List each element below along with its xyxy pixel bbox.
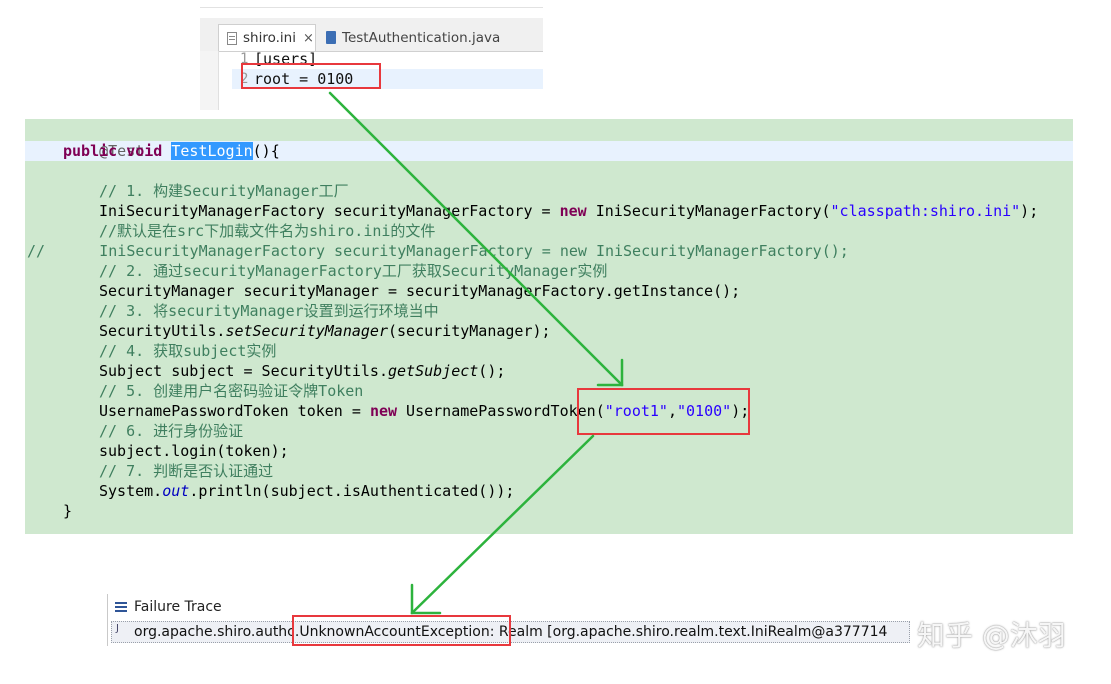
keyword: new bbox=[559, 202, 587, 220]
code-line: subject.login(token); bbox=[99, 441, 289, 461]
code-line: } bbox=[63, 501, 72, 521]
highlight-box-ini-credential bbox=[241, 63, 381, 89]
comment-text: // 2. 通过securityManagerFactory工厂获取Securi… bbox=[99, 262, 608, 280]
code-comment: // 4. 获取subject实例 bbox=[99, 341, 276, 361]
tab-label: TestAuthentication.java bbox=[342, 29, 501, 46]
comment-text: // 5. 创建用户名密码验证令牌Token bbox=[99, 382, 364, 400]
code-comment: // 6. 进行身份验证 bbox=[99, 421, 243, 441]
failure-trace-title: Failure Trace bbox=[134, 599, 222, 615]
code-line: Subject subject = SecurityUtils.getSubje… bbox=[99, 361, 505, 381]
close-icon[interactable]: × bbox=[303, 31, 314, 46]
watermark: 知乎 @沐羽 bbox=[917, 619, 1066, 652]
code-text: (securityManager); bbox=[388, 322, 551, 340]
code-comment: // 3. 将securityManager设置到运行环境当中 bbox=[99, 301, 439, 321]
code-line: SecurityManager securityManager = securi… bbox=[99, 281, 740, 301]
editor-tab-bar: shiro.ini × TestAuthentication.java bbox=[200, 18, 543, 52]
code-text: .println(subject.isAuthenticated()); bbox=[189, 482, 515, 500]
code-line: public void TestLogin(){ bbox=[63, 141, 280, 161]
text-file-icon bbox=[227, 31, 237, 45]
keyword: public bbox=[63, 142, 118, 160]
code-line: IniSecurityManagerFactory securityManage… bbox=[99, 201, 1038, 221]
code-comment-out: // IniSecurityManagerFactory securityMan… bbox=[27, 241, 849, 261]
code-comment: //默认是在src下加载文件名为shiro.ini的文件 bbox=[99, 221, 435, 241]
comment-text: //默认是在src下加载文件名为shiro.ini的文件 bbox=[99, 222, 436, 240]
highlight-box-token-credential bbox=[577, 388, 750, 435]
java-code-editor[interactable]: @Test public void TestLogin(){ // 1. 构建S… bbox=[25, 119, 1073, 534]
code-text: UsernamePasswordToken token = bbox=[99, 402, 370, 420]
java-file-icon bbox=[326, 31, 336, 44]
code-text: } bbox=[63, 502, 73, 520]
code-line: System.out.println(subject.isAuthenticat… bbox=[99, 481, 514, 501]
tab-label: shiro.ini bbox=[243, 30, 296, 46]
code-comment: // 1. 构建SecurityManager工厂 bbox=[99, 181, 349, 201]
highlight-box-exception bbox=[292, 615, 511, 646]
tab-test-authentication-java[interactable]: TestAuthentication.java bbox=[318, 24, 518, 51]
code-text: IniSecurityManagerFactory( bbox=[586, 202, 831, 220]
editor-gutter bbox=[200, 51, 219, 110]
keyword: void bbox=[126, 142, 163, 160]
panel-divider bbox=[107, 594, 108, 646]
static-method: getSubject bbox=[387, 362, 479, 380]
code-comment: // 5. 创建用户名密码验证令牌Token bbox=[99, 381, 363, 401]
code-line: @Test bbox=[63, 121, 144, 160]
code-text: SecurityUtils. bbox=[99, 322, 226, 340]
static-field: out bbox=[162, 482, 190, 500]
code-line: SecurityUtils.setSecurityManager(securit… bbox=[99, 321, 551, 341]
code-text: SecurityManager securityManager = securi… bbox=[99, 282, 741, 300]
comment-text: // IniSecurityManagerFactory securityMan… bbox=[27, 242, 849, 260]
code-text: Subject subject = SecurityUtils. bbox=[99, 362, 388, 380]
list-icon bbox=[115, 602, 127, 612]
keyword: new bbox=[369, 402, 398, 420]
code-comment: // 2. 通过securityManagerFactory工厂获取Securi… bbox=[99, 261, 607, 281]
code-text: subject.login(token); bbox=[99, 442, 289, 460]
code-text: (){ bbox=[252, 142, 280, 160]
stack-trace-icon bbox=[116, 623, 128, 638]
comment-text: // 1. 构建SecurityManager工厂 bbox=[99, 182, 349, 200]
code-text: System. bbox=[99, 482, 163, 500]
code-comment: // 7. 判断是否认证通过 bbox=[99, 461, 273, 481]
code-text: (); bbox=[478, 362, 506, 380]
comment-text: // 7. 判断是否认证通过 bbox=[99, 462, 274, 480]
ini-editor: shiro.ini × TestAuthentication.java 1 [u… bbox=[200, 7, 543, 110]
method-name-selected[interactable]: TestLogin bbox=[171, 142, 253, 160]
comment-text: // 6. 进行身份验证 bbox=[99, 422, 244, 440]
code-text: UsernamePasswordToken( bbox=[397, 402, 605, 420]
failure-trace-header: Failure Trace bbox=[115, 596, 222, 618]
comment-text: // 3. 将securityManager设置到运行环境当中 bbox=[99, 302, 439, 320]
tab-shiro-ini[interactable]: shiro.ini × bbox=[218, 24, 316, 51]
code-text: IniSecurityManagerFactory securityManage… bbox=[99, 202, 560, 220]
string-literal: "classpath:shiro.ini" bbox=[830, 202, 1021, 220]
comment-text: // 4. 获取subject实例 bbox=[99, 342, 277, 360]
static-method: setSecurityManager bbox=[225, 322, 388, 340]
code-text: ); bbox=[1020, 202, 1039, 220]
